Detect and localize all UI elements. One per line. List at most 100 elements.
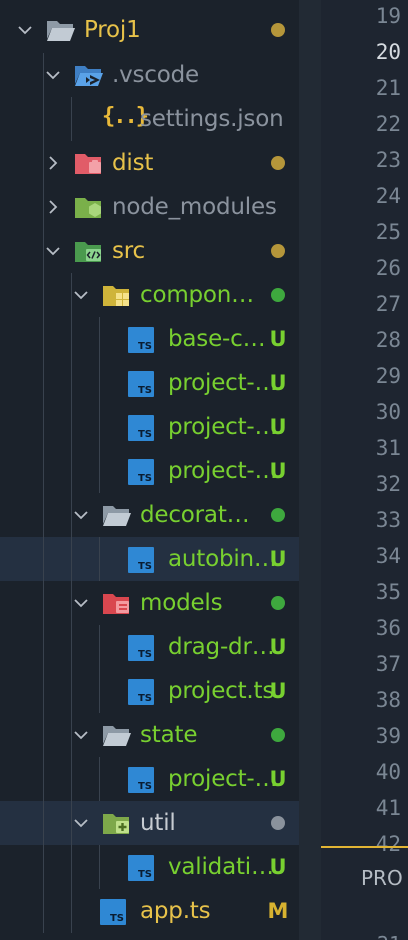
node-folder-icon — [74, 194, 104, 220]
util-folder-icon — [102, 810, 132, 836]
file-row[interactable]: TS autobin… U — [0, 537, 321, 581]
line-number: 34 — [375, 544, 401, 568]
folder-open-icon — [46, 17, 76, 43]
indent-guide — [99, 361, 100, 405]
typescript-file-icon: TS — [128, 415, 154, 441]
indent-guide — [71, 713, 72, 757]
indent-guide — [71, 801, 72, 845]
folder-row[interactable]: decorat… — [0, 493, 321, 537]
file-row[interactable]: TS project-… U — [0, 405, 321, 449]
folder-row[interactable]: state — [0, 713, 321, 757]
untracked-badge: U — [269, 547, 287, 571]
untracked-badge: U — [269, 635, 287, 659]
indent-guide — [71, 449, 72, 493]
folder-row[interactable]: src — [0, 229, 321, 273]
indent-guide — [71, 273, 72, 317]
untracked-badge: U — [269, 371, 287, 395]
untracked-badge: U — [269, 415, 287, 439]
folder-icon — [102, 502, 132, 528]
git-status-dot — [271, 596, 285, 610]
indent-guide — [99, 845, 100, 889]
file-row[interactable]: TS project.ts U — [0, 669, 321, 713]
indent-guide — [99, 405, 100, 449]
chevron-down-icon[interactable] — [73, 595, 89, 611]
tree-item-label: project.ts — [168, 678, 275, 704]
tree-item-label: util — [140, 810, 176, 836]
typescript-file-icon: TS — [128, 459, 154, 485]
chevron-down-icon[interactable] — [45, 243, 61, 259]
indent-guide — [43, 493, 44, 537]
folder-row[interactable]: .vscode — [0, 53, 321, 97]
git-status-dot — [271, 244, 285, 258]
panel-divider — [321, 846, 408, 848]
tree-item-label: drag-dr… — [168, 634, 275, 660]
tree-item-label: state — [140, 722, 198, 748]
indent-guide — [43, 801, 44, 845]
chevron-right-icon[interactable] — [45, 155, 61, 171]
panel-tab-problems[interactable]: PRO — [361, 866, 403, 890]
chevron-right-icon[interactable] — [45, 199, 61, 215]
typescript-file-icon: TS — [128, 327, 154, 353]
chevron-down-icon[interactable] — [73, 815, 89, 831]
tree-item-label: project-… — [168, 458, 278, 484]
line-number: 33 — [375, 508, 401, 532]
line-number: 21 — [375, 76, 401, 100]
chevron-down-icon[interactable] — [45, 67, 61, 83]
folder-row[interactable]: util — [0, 801, 321, 845]
file-row[interactable]: {..} settings.json — [0, 97, 321, 141]
file-row[interactable]: TS app.ts M — [0, 889, 321, 933]
tree-item-label: app.ts — [140, 898, 211, 924]
indent-guide — [43, 581, 44, 625]
line-number: 19 — [375, 4, 401, 28]
folder-row[interactable]: compon… — [0, 273, 321, 317]
untracked-badge: U — [269, 327, 287, 351]
indent-guide — [43, 449, 44, 493]
line-number: 27 — [375, 292, 401, 316]
line-number: 23 — [375, 148, 401, 172]
file-row[interactable]: TS project-… U — [0, 361, 321, 405]
untracked-badge: U — [269, 855, 287, 879]
file-row[interactable]: TS validati… U — [0, 845, 321, 889]
tree-item-label: validati… — [168, 854, 274, 880]
file-row[interactable]: TS project-… U — [0, 449, 321, 493]
indent-guide — [43, 537, 44, 581]
git-status-dot — [271, 23, 285, 37]
tree-item-label: src — [112, 238, 145, 264]
line-number: 30 — [375, 400, 401, 424]
src-folder-icon — [74, 238, 104, 264]
indent-guide — [43, 141, 44, 185]
indent-guide — [43, 669, 44, 713]
modified-badge: M — [267, 899, 289, 923]
folder-row[interactable]: dist — [0, 141, 321, 185]
typescript-file-icon: TS — [128, 371, 154, 397]
indent-guide — [71, 537, 72, 581]
editor-area: 19 20 21 22 23 24 25 26 27 28 29 30 31 32 33 34 35 36 37 38… — [321, 0, 408, 940]
untracked-badge: U — [269, 459, 287, 483]
indent-guide — [71, 361, 72, 405]
file-row[interactable]: TS project-… U — [0, 757, 321, 801]
indent-guide — [43, 273, 44, 317]
components-folder-icon — [102, 282, 132, 308]
folder-row[interactable]: node_modules — [0, 185, 321, 229]
tree-item-label: autobin… — [168, 546, 277, 572]
typescript-file-icon: TS — [100, 899, 126, 925]
folder-row[interactable]: Proj1 — [0, 8, 321, 52]
indent-guide — [43, 361, 44, 405]
chevron-down-icon[interactable] — [73, 507, 89, 523]
chevron-down-icon[interactable] — [17, 22, 33, 38]
line-number: 37 — [375, 652, 401, 676]
chevron-down-icon[interactable] — [73, 727, 89, 743]
tree-item-label: base-c… — [168, 326, 266, 352]
file-row[interactable]: TS base-c… U — [0, 317, 321, 361]
file-row[interactable]: TS drag-dr… U — [0, 625, 321, 669]
indent-guide — [43, 229, 44, 273]
chevron-down-icon[interactable] — [73, 287, 89, 303]
typescript-file-icon: TS — [128, 547, 154, 573]
dist-folder-icon — [74, 150, 104, 176]
explorer-panel: Proj1 .vscode {..} settings.json dist node_mo… — [0, 0, 321, 940]
explorer-scrollbar[interactable] — [299, 0, 321, 940]
folder-row[interactable]: models — [0, 581, 321, 625]
tree-item-label: .vscode — [112, 62, 199, 88]
line-number: 22 — [375, 112, 401, 136]
tree-item-label: project-… — [168, 370, 278, 396]
